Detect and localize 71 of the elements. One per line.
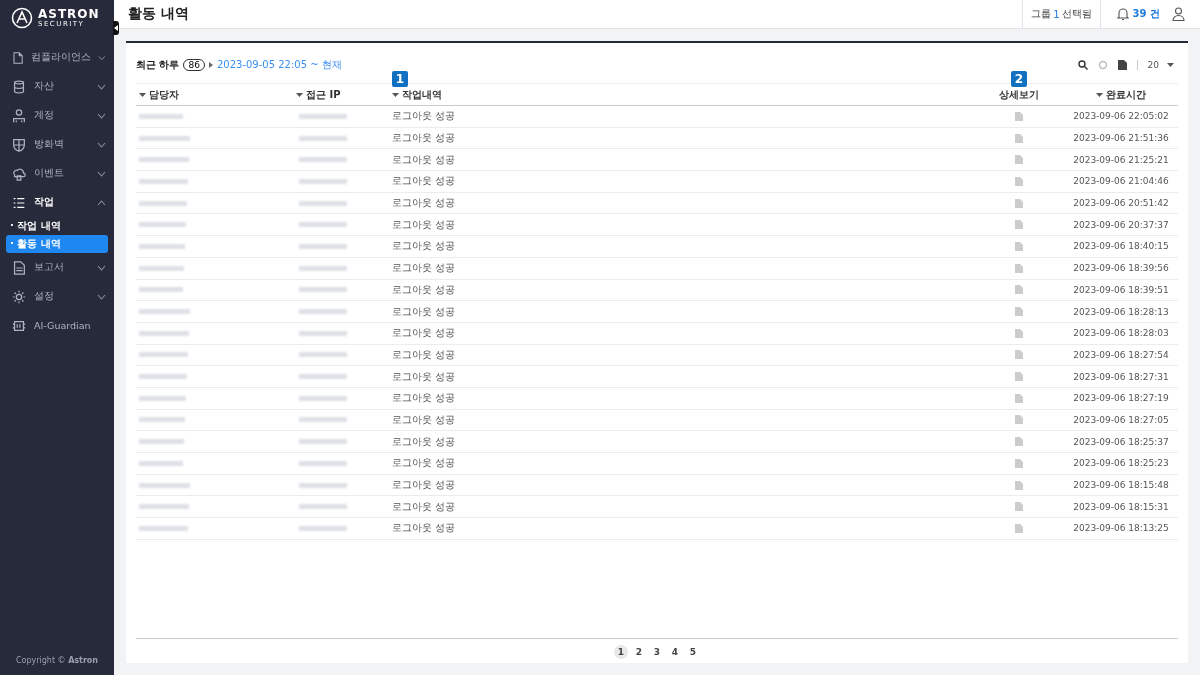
column-header[interactable]: 작업내역 <box>402 87 442 102</box>
table-cell: 로그아웃 성공 <box>392 392 456 404</box>
table-cell: 로그아웃 성공 <box>392 348 456 360</box>
sidebar-item[interactable]: AI-Guardian <box>0 311 114 340</box>
sidebar-item[interactable]: 계정 <box>0 101 114 130</box>
submenu-item[interactable]: · 활동 내역 <box>6 235 108 253</box>
table-cell: 로그아웃 성공 <box>392 327 456 339</box>
table-cell: 2023-09-06 18:40:15 <box>1073 241 1169 252</box>
sidebar-item[interactable]: 이벤트 <box>0 159 114 188</box>
table-cell: 로그아웃 성공 <box>392 153 456 165</box>
table-cell: 로그아웃 성공 <box>392 218 456 230</box>
table-cell: 2023-09-06 18:13:25 <box>1073 523 1169 534</box>
table-cell: 로그아웃 성공 <box>392 370 456 382</box>
table-cell: 2023-09-06 22:05:02 <box>1073 111 1169 122</box>
callout-marker: 1 <box>392 70 408 87</box>
table-cell: 로그아웃 성공 <box>392 110 456 122</box>
page-button[interactable]: 5 <box>686 645 700 659</box>
table-cell: 2023-09-06 18:27:19 <box>1073 393 1169 404</box>
column-header[interactable]: 접근 IP <box>306 87 341 102</box>
table-cell: 2023-09-06 18:39:56 <box>1073 263 1169 274</box>
submenu-item[interactable]: · 작업 내역 <box>6 217 108 235</box>
page-size-select[interactable]: 20 <box>1147 60 1174 70</box>
table-cell: 2023-09-06 18:27:05 <box>1073 414 1169 425</box>
table-cell: 2023-09-06 18:28:13 <box>1073 306 1169 317</box>
page-button[interactable]: 1 <box>614 645 628 659</box>
table-cell: 로그아웃 성공 <box>392 413 456 425</box>
table-cell: 로그아웃 성공 <box>392 240 456 252</box>
sidebar-item[interactable]: 설정 <box>0 282 114 311</box>
table-cell: 로그아웃 성공 <box>392 305 456 317</box>
sidebar-item[interactable]: 컴플라이언스 <box>0 43 114 72</box>
column-header[interactable]: 상세보기 <box>999 87 1039 102</box>
group-selection[interactable]: 그룹 1 선택됨 <box>1022 0 1101 28</box>
page-button[interactable]: 2 <box>632 645 646 659</box>
filter-label: 최근 하루 <box>136 58 180 72</box>
table-cell: 2023-09-06 18:15:48 <box>1073 480 1169 491</box>
table-cell: 2023-09-06 18:25:23 <box>1073 458 1169 469</box>
table-cell: 2023-09-06 21:04:46 <box>1073 176 1169 187</box>
table-cell: 2023-09-06 18:25:37 <box>1073 436 1169 447</box>
table-cell: 로그아웃 성공 <box>392 175 456 187</box>
column-header[interactable]: 담당자 <box>149 87 179 102</box>
page-button[interactable]: 3 <box>650 645 664 659</box>
table-cell: 로그아웃 성공 <box>392 479 456 491</box>
table-cell: 로그아웃 성공 <box>392 262 456 274</box>
sidebar-item[interactable]: 방화벽 <box>0 130 114 159</box>
table-cell: 2023-09-06 20:37:37 <box>1073 219 1169 230</box>
column-header[interactable]: 완료시간 <box>1106 87 1146 102</box>
table-cell: 로그아웃 성공 <box>392 283 456 295</box>
table-cell: 로그아웃 성공 <box>392 457 456 469</box>
brand-name: ASTRON <box>38 8 100 20</box>
table-cell: 로그아웃 성공 <box>392 197 456 209</box>
table-cell: 로그아웃 성공 <box>392 435 456 447</box>
table-cell: 2023-09-06 18:27:54 <box>1073 349 1169 360</box>
notification-count[interactable]: 39 건 <box>1132 7 1160 21</box>
table-cell: 로그아웃 성공 <box>392 500 456 512</box>
table-cell: 로그아웃 성공 <box>392 522 456 534</box>
table-cell: 2023-09-06 21:51:36 <box>1073 133 1169 144</box>
table-cell: 2023-09-06 18:15:31 <box>1073 501 1169 512</box>
sidebar-item[interactable]: 자산 <box>0 72 114 101</box>
sidebar-item[interactable]: 보고서 <box>0 253 114 282</box>
page-button[interactable]: 4 <box>668 645 682 659</box>
table-cell: 2023-09-06 21:25:21 <box>1073 154 1169 165</box>
date-range-link[interactable]: 2023-09-05 22:05 ~ 현재 <box>216 58 342 72</box>
table-cell: 2023-09-06 18:27:31 <box>1073 371 1169 382</box>
sidebar-item[interactable]: 작업 <box>0 188 114 217</box>
table-cell: 2023-09-06 20:51:42 <box>1073 198 1169 209</box>
table-cell: 로그아웃 성공 <box>392 132 456 144</box>
copyright-text: Copyright © Astron <box>14 656 100 667</box>
page-title: 활동 내역 <box>128 5 189 23</box>
table-cell: 2023-09-06 18:28:03 <box>1073 328 1169 339</box>
callout-marker: 2 <box>1011 70 1027 87</box>
table-cell: 2023-09-06 18:39:51 <box>1073 284 1169 295</box>
